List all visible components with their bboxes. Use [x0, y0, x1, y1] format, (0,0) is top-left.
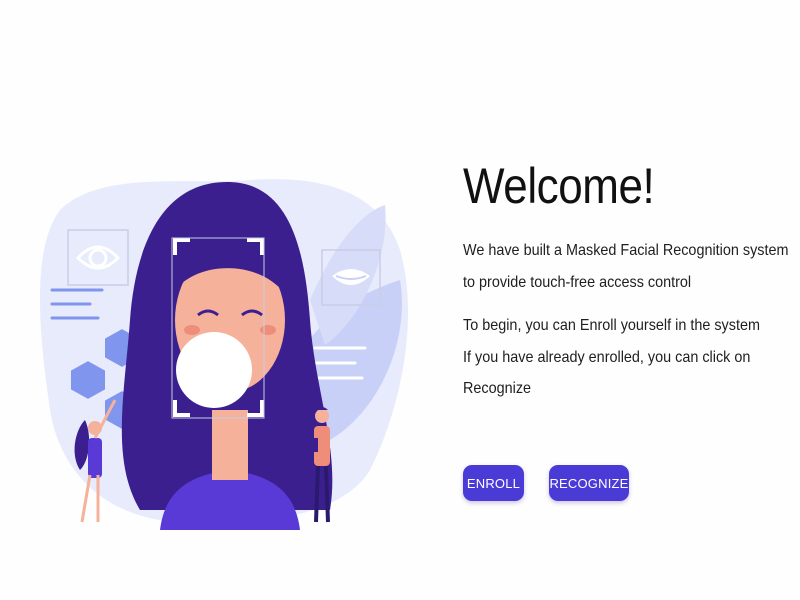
instruction-line: If you have already enrolled, you can cl…: [463, 348, 751, 366]
instruction-paragraph: To begin, you can Enroll yourself in the…: [463, 310, 793, 405]
intro-paragraph: We have built a Masked Facial Recognitio…: [463, 235, 793, 298]
welcome-title: Welcome!: [463, 158, 655, 214]
enroll-button[interactable]: ENROLL: [463, 465, 524, 501]
instruction-line: To begin, you can Enroll yourself in the…: [463, 317, 760, 334]
instruction-line: Recognize: [463, 380, 532, 397]
face-recognition-illustration: [40, 179, 409, 530]
intro-line: to provide touch-free access control: [463, 273, 692, 291]
welcome-panel: Welcome! We have built a Masked Facial R…: [463, 155, 793, 405]
intro-line: We have built a Masked Facial Recognitio…: [463, 242, 789, 259]
face-mask: [176, 332, 252, 408]
recognize-button[interactable]: RECOGNIZE: [549, 465, 629, 501]
